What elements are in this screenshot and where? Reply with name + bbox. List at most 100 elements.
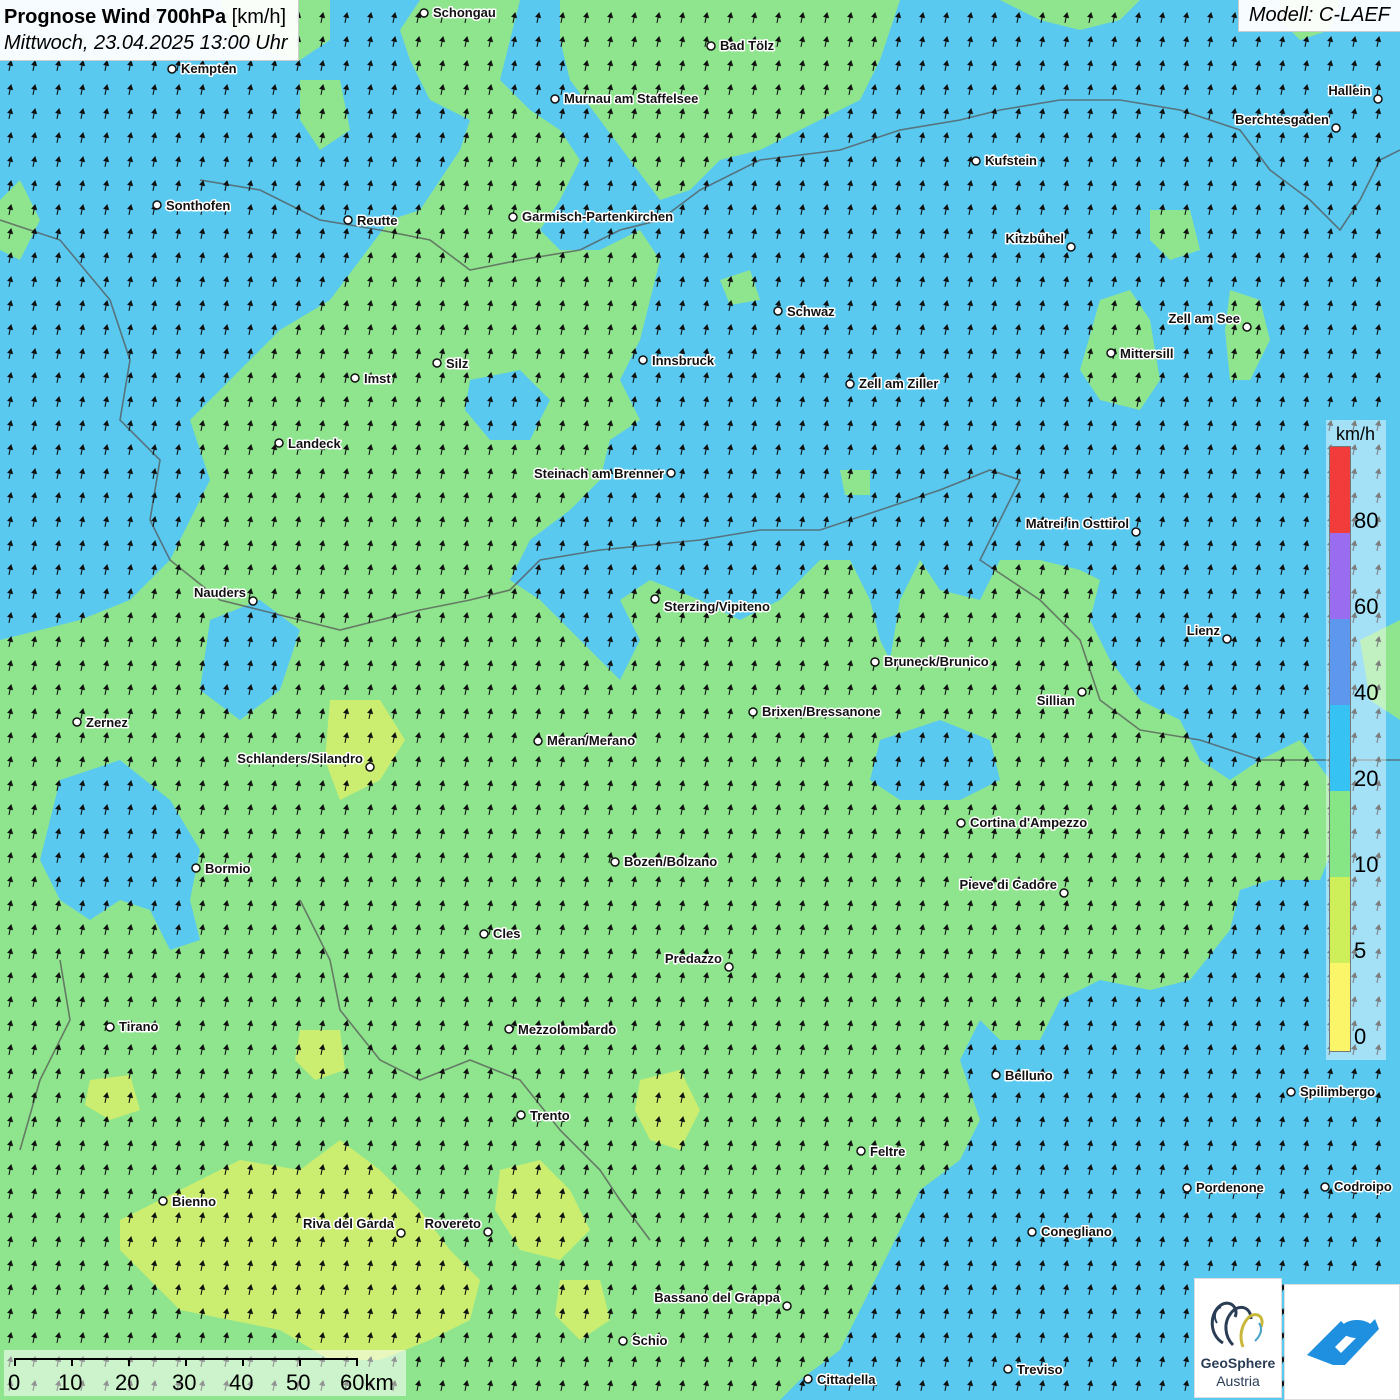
city-label: Hallein (1328, 83, 1371, 98)
city-marker (1059, 888, 1069, 898)
city-label: Bienno (172, 1194, 216, 1209)
city-marker (1222, 634, 1232, 644)
city-label: Garmisch-Partenkirchen (522, 209, 673, 224)
city-marker (72, 717, 82, 727)
city-marker (432, 358, 442, 368)
city-marker (152, 200, 162, 210)
legend-tick: 60 (1354, 594, 1379, 619)
legend-swatch-5-10 (1330, 877, 1350, 963)
city-marker (504, 1024, 514, 1034)
city-label: Riva del Garda (303, 1216, 395, 1231)
city-marker (533, 736, 543, 746)
geosphere-emblem-icon (1210, 1301, 1264, 1348)
city-marker (167, 64, 177, 74)
city-marker (1003, 1364, 1013, 1374)
wind-zone-10-20 (840, 470, 870, 495)
city-marker (650, 594, 660, 604)
city-label: Bad Tölz (720, 38, 775, 53)
city-label: Rovereto (425, 1216, 481, 1231)
scale-bar-label: 60km (340, 1370, 394, 1395)
city-marker (1331, 123, 1341, 133)
city-marker (1131, 527, 1141, 537)
legend-tick: 20 (1354, 766, 1379, 791)
city-marker (350, 373, 360, 383)
city-marker (343, 215, 353, 225)
scale-bar-label: 30 (172, 1370, 197, 1395)
legend-tick: 10 (1354, 852, 1379, 877)
city-label: Mittersill (1120, 346, 1173, 361)
city-marker (1286, 1087, 1296, 1097)
geosphere-logo[interactable]: GeoSphere Austria (1194, 1278, 1282, 1398)
geosphere-name: GeoSphere (1200, 1355, 1276, 1371)
city-label: Mezzolombardo (518, 1022, 616, 1037)
city-label: Schongau (433, 5, 496, 20)
legend-tick: 80 (1354, 508, 1379, 533)
city-marker (1242, 322, 1252, 332)
scale-bar-label: 0 (8, 1370, 21, 1395)
city-label: Pieve di Cadore (959, 877, 1057, 892)
scale-bar-label: 10 (58, 1370, 83, 1395)
city-label: Cles (493, 926, 520, 941)
city-label: Bormio (205, 861, 251, 876)
city-marker (666, 468, 676, 478)
city-label: Meran/Merano (547, 733, 635, 748)
legend-swatch-80plus (1330, 447, 1350, 533)
city-label: Spilimbergo (1300, 1084, 1375, 1099)
legend-color-bar (1329, 446, 1351, 1052)
scale-bar-tick (14, 1358, 16, 1366)
legend-swatch-40-60 (1330, 619, 1350, 705)
city-marker (724, 962, 734, 972)
city-marker (550, 94, 560, 104)
city-label: Innsbruck (652, 353, 715, 368)
scale-bar: 0 10 20 30 40 50 60km (4, 1350, 406, 1396)
legend-unit: km/h (1336, 424, 1376, 444)
wind-speed-legend: km/h 80 60 40 20 10 5 0 (1326, 420, 1386, 1060)
legend-swatch-10-20 (1330, 791, 1350, 877)
city-marker (248, 596, 258, 606)
city-marker (1106, 348, 1116, 358)
city-label: Murnau am Staffelsee (564, 91, 698, 106)
city-marker (1182, 1183, 1192, 1193)
city-marker (419, 8, 429, 18)
city-label: Bozen/Bolzano (624, 854, 717, 869)
city-label: Feltre (870, 1144, 905, 1159)
city-label: Tirano (119, 1019, 159, 1034)
weather-app-logo[interactable] (1284, 1284, 1400, 1400)
city-marker (706, 41, 716, 51)
city-marker (971, 156, 981, 166)
city-label: Pordenone (1196, 1180, 1264, 1195)
weather-app-icon (1307, 1319, 1379, 1365)
city-label: Cortina d'Ampezzo (970, 815, 1087, 830)
city-marker (845, 379, 855, 389)
city-marker (105, 1022, 115, 1032)
legend-swatch-60-80 (1330, 533, 1350, 619)
city-marker (748, 707, 758, 717)
city-label: Brixen/Bressanone (762, 704, 881, 719)
legend-swatch-0-5 (1330, 963, 1350, 1051)
city-label: Matrei in Osttirol (1026, 516, 1129, 531)
city-label: Trento (530, 1108, 570, 1123)
city-marker (1066, 242, 1076, 252)
city-marker (803, 1374, 813, 1384)
city-marker (1373, 94, 1383, 104)
city-marker (610, 857, 620, 867)
scale-bar-label: 50 (286, 1370, 311, 1395)
forecast-datetime: Mittwoch, 23.04.2025 13:00 Uhr (4, 32, 288, 54)
city-label: Nauders (194, 585, 246, 600)
city-label: Imst (364, 371, 391, 386)
legend-swatch-20-40 (1330, 705, 1350, 791)
city-marker (365, 762, 375, 772)
city-marker (870, 657, 880, 667)
city-label: Kempten (181, 61, 237, 76)
city-label: Sillian (1037, 693, 1075, 708)
city-marker (274, 438, 284, 448)
scale-bar-tick (71, 1358, 73, 1366)
city-marker (1077, 687, 1087, 697)
city-label: Bruneck/Brunico (884, 654, 989, 669)
map-title: Prognose Wind 700hPa [km/h] (4, 4, 288, 30)
city-marker (638, 355, 648, 365)
geosphere-subname: Austria (1216, 1373, 1260, 1389)
city-marker (991, 1070, 1001, 1080)
city-label: Zell am Ziller (859, 376, 938, 391)
city-label: Sonthofen (166, 198, 230, 213)
